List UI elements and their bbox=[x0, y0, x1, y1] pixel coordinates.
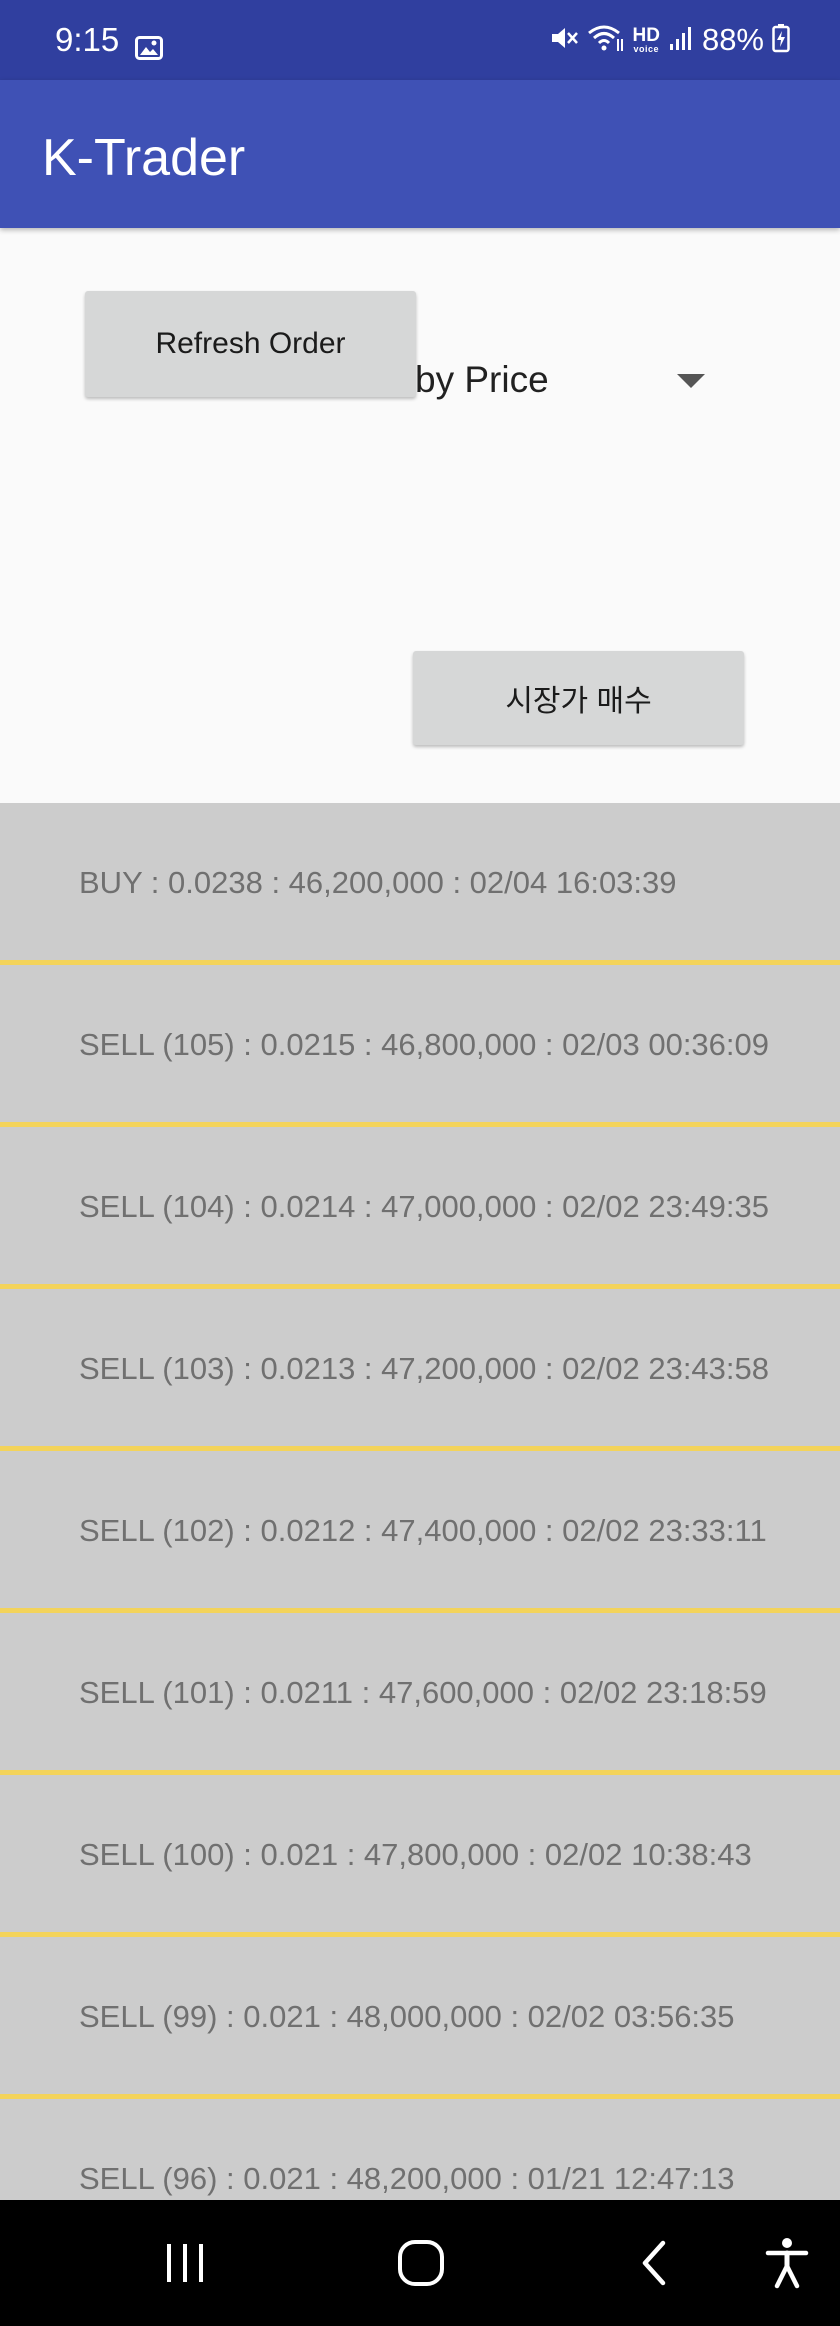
sort-spinner-value: by Price bbox=[415, 359, 549, 400]
order-row[interactable]: SELL (101) : 0.0211 : 47,600,000 : 02/02… bbox=[0, 1613, 840, 1770]
hd-label: HD bbox=[632, 25, 660, 46]
app-bar: K-Trader bbox=[0, 80, 840, 228]
home-icon[interactable] bbox=[386, 2230, 456, 2296]
back-icon[interactable] bbox=[620, 2230, 690, 2296]
hd-voice-icon: HD voice bbox=[633, 26, 660, 54]
order-row-text: SELL (102) : 0.0212 : 47,400,000 : 02/02… bbox=[79, 1513, 767, 1548]
recent-apps-icon[interactable] bbox=[150, 2230, 220, 2296]
order-row-text: SELL (101) : 0.0211 : 47,600,000 : 02/02… bbox=[79, 1675, 767, 1710]
status-icons: HD voice 88% bbox=[549, 22, 791, 58]
refresh-order-button[interactable]: Refresh Order bbox=[85, 291, 416, 397]
navigation-bar bbox=[0, 2200, 840, 2326]
order-row-text: SELL (99) : 0.021 : 48,000,000 : 02/02 0… bbox=[79, 1999, 735, 2034]
voice-label: voice bbox=[633, 44, 659, 54]
order-row[interactable]: SELL (100) : 0.021 : 47,800,000 : 02/02 … bbox=[0, 1775, 840, 1932]
status-bar: 9:15 HD voice 88% bbox=[0, 0, 840, 80]
image-icon bbox=[135, 36, 163, 65]
order-row-text: BUY : 0.0238 : 46,200,000 : 02/04 16:03:… bbox=[79, 865, 677, 900]
order-row[interactable]: SELL (96) : 0.021 : 48,200,000 : 01/21 1… bbox=[0, 2099, 840, 2200]
market-buy-button[interactable]: 시장가 매수 bbox=[413, 651, 744, 745]
order-row-text: SELL (103) : 0.0213 : 47,200,000 : 02/02… bbox=[79, 1351, 770, 1386]
dropdown-arrow-icon bbox=[677, 374, 705, 388]
order-row[interactable]: SELL (102) : 0.0212 : 47,400,000 : 02/02… bbox=[0, 1451, 840, 1608]
order-row-text: SELL (100) : 0.021 : 47,800,000 : 02/02 … bbox=[79, 1837, 752, 1872]
order-row[interactable]: SELL (104) : 0.0214 : 47,000,000 : 02/02… bbox=[0, 1127, 840, 1284]
status-time: 9:15 bbox=[55, 21, 120, 58]
order-row[interactable]: SELL (103) : 0.0213 : 47,200,000 : 02/02… bbox=[0, 1289, 840, 1446]
app-title: K-Trader bbox=[42, 129, 246, 187]
order-row-text: SELL (96) : 0.021 : 48,200,000 : 01/21 1… bbox=[79, 2161, 735, 2196]
accessibility-icon[interactable] bbox=[752, 2230, 822, 2296]
order-row-text: SELL (104) : 0.0214 : 47,000,000 : 02/02… bbox=[79, 1189, 770, 1224]
order-row[interactable]: SELL (105) : 0.0215 : 46,800,000 : 02/03… bbox=[0, 965, 840, 1122]
controls-area: Refresh Order by Price 시장가 매수 bbox=[0, 228, 840, 803]
wifi-icon bbox=[587, 23, 625, 58]
order-list[interactable]: BUY : 0.0238 : 46,200,000 : 02/04 16:03:… bbox=[0, 803, 840, 2200]
sort-spinner[interactable]: by Price bbox=[405, 348, 725, 412]
battery-charging-icon bbox=[772, 23, 790, 58]
mute-icon bbox=[549, 23, 579, 58]
battery-level: 88% bbox=[701, 22, 764, 57]
order-row[interactable]: BUY : 0.0238 : 46,200,000 : 02/04 16:03:… bbox=[0, 803, 840, 960]
order-row[interactable]: SELL (99) : 0.021 : 48,000,000 : 02/02 0… bbox=[0, 1937, 840, 2094]
order-row-text: SELL (105) : 0.0215 : 46,800,000 : 02/03… bbox=[79, 1027, 770, 1062]
signal-icon bbox=[668, 24, 694, 57]
